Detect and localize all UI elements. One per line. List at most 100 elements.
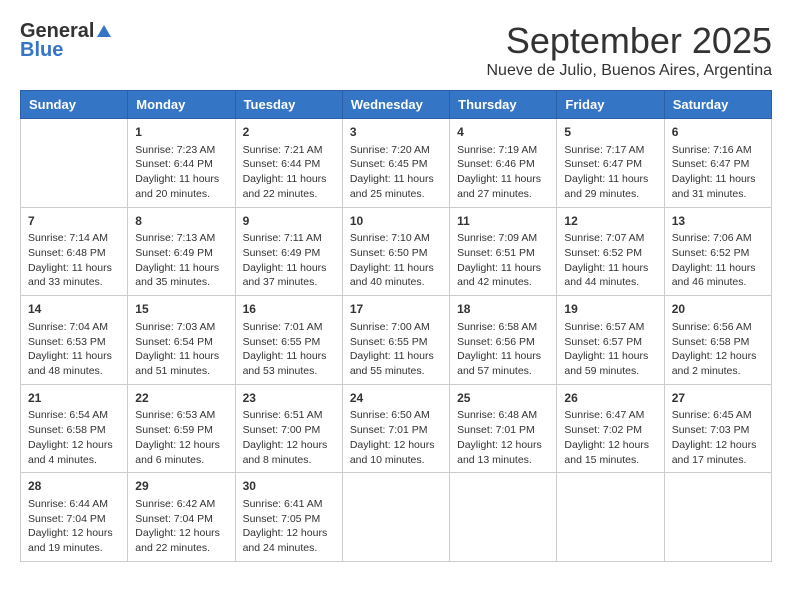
calendar-cell: 6Sunrise: 7:16 AMSunset: 6:47 PMDaylight… (664, 119, 771, 208)
day-info-line: Sunrise: 6:58 AM (457, 321, 537, 333)
day-info-line: and 40 minutes. (350, 276, 425, 288)
day-info-line: Sunset: 6:55 PM (350, 336, 428, 348)
calendar-cell: 29Sunrise: 6:42 AMSunset: 7:04 PMDayligh… (128, 473, 235, 562)
day-info-line: and 19 minutes. (28, 542, 103, 554)
logo: General Blue (20, 20, 113, 62)
calendar-week-3: 14 Sunrise: 7:04 AM Sunset: 6:53 PM Dayligh… (21, 296, 772, 385)
day-info-line: Daylight: 11 hours (564, 262, 648, 274)
day-info-line: and 25 minutes. (350, 188, 425, 200)
day-info-line: Sunrise: 7:04 AM (28, 321, 108, 333)
logo-blue-text: Blue (20, 39, 63, 62)
day-info-line: and 59 minutes. (564, 365, 639, 377)
day-info-line: Sunset: 6:49 PM (135, 247, 213, 259)
day-number: 14 (28, 301, 120, 318)
day-header-monday: Monday (128, 91, 235, 119)
day-info-line: and 44 minutes. (564, 276, 639, 288)
day-info-line: Sunrise: 7:10 AM (350, 232, 430, 244)
day-info-line: and 22 minutes. (135, 542, 210, 554)
calendar-cell: 16Sunrise: 7:01 AMSunset: 6:55 PMDayligh… (235, 296, 342, 385)
calendar-cell: 10Sunrise: 7:10 AMSunset: 6:50 PMDayligh… (342, 207, 449, 296)
day-info-line: Sunrise: 7:07 AM (564, 232, 644, 244)
day-number: 20 (672, 301, 764, 318)
day-info-line: Daylight: 11 hours (135, 173, 219, 185)
day-info-line: and 10 minutes. (350, 454, 425, 466)
day-number: 30 (243, 478, 335, 495)
day-info-line: Daylight: 11 hours (457, 262, 541, 274)
day-info-line: Daylight: 11 hours (457, 350, 541, 362)
day-info-line: Sunset: 7:02 PM (564, 424, 642, 436)
day-info-line: Daylight: 12 hours (457, 439, 542, 451)
day-number: 29 (135, 478, 227, 495)
day-info-line: Daylight: 12 hours (28, 527, 113, 539)
day-info-line: and 8 minutes. (243, 454, 312, 466)
day-info-line: Sunrise: 7:11 AM (243, 232, 322, 244)
calendar-table: SundayMondayTuesdayWednesdayThursdayFrid… (20, 90, 772, 562)
month-title: September 2025 (486, 20, 772, 62)
day-info-line: Sunset: 7:01 PM (350, 424, 428, 436)
day-number: 9 (243, 213, 335, 230)
day-info-line: Daylight: 11 hours (243, 350, 327, 362)
day-info-line: Sunset: 6:58 PM (672, 336, 750, 348)
day-info-line: and 4 minutes. (28, 454, 97, 466)
day-info-line: Sunrise: 6:56 AM (672, 321, 752, 333)
day-info-line: Sunset: 7:04 PM (135, 513, 213, 525)
day-info-line: and 29 minutes. (564, 188, 639, 200)
day-number: 4 (457, 124, 549, 141)
calendar-cell: 15Sunrise: 7:03 AMSunset: 6:54 PMDayligh… (128, 296, 235, 385)
day-info-line: and 53 minutes. (243, 365, 318, 377)
day-header-friday: Friday (557, 91, 664, 119)
day-number: 25 (457, 390, 549, 407)
day-number: 1 (135, 124, 227, 141)
day-info-line: Sunset: 7:01 PM (457, 424, 535, 436)
day-info-line: Sunrise: 7:03 AM (135, 321, 215, 333)
day-info-line: Sunset: 6:48 PM (28, 247, 106, 259)
day-info-line: Daylight: 12 hours (243, 439, 328, 451)
day-info-line: Sunset: 6:44 PM (243, 158, 321, 170)
day-header-wednesday: Wednesday (342, 91, 449, 119)
title-area: September 2025 Nueve de Julio, Buenos Ai… (486, 20, 772, 80)
day-info-line: Sunset: 6:49 PM (243, 247, 321, 259)
day-info-line: Sunset: 6:47 PM (564, 158, 642, 170)
day-info-line: Sunrise: 6:48 AM (457, 409, 537, 421)
day-number: 28 (28, 478, 120, 495)
day-info-line: Sunset: 7:00 PM (243, 424, 321, 436)
calendar-cell: 27Sunrise: 6:45 AMSunset: 7:03 PMDayligh… (664, 384, 771, 473)
day-info-line: Sunset: 6:46 PM (457, 158, 535, 170)
day-info-line: Sunset: 6:50 PM (350, 247, 428, 259)
day-number: 11 (457, 213, 549, 230)
calendar-cell: 5Sunrise: 7:17 AMSunset: 6:47 PMDaylight… (557, 119, 664, 208)
day-info-line: Sunset: 6:45 PM (350, 158, 428, 170)
day-info-line: Sunrise: 6:50 AM (350, 409, 430, 421)
calendar-cell: 9Sunrise: 7:11 AMSunset: 6:49 PMDaylight… (235, 207, 342, 296)
day-info-line: Sunrise: 7:09 AM (457, 232, 537, 244)
day-info-line: Daylight: 11 hours (457, 173, 541, 185)
day-info-line: Sunrise: 7:01 AM (243, 321, 323, 333)
day-info-line: Sunset: 6:53 PM (28, 336, 106, 348)
page-header: General Blue September 2025 Nueve de Jul… (20, 20, 772, 80)
calendar-cell: 21Sunrise: 6:54 AMSunset: 6:58 PMDayligh… (21, 384, 128, 473)
day-info-line: and 13 minutes. (457, 454, 532, 466)
calendar-cell (557, 473, 664, 562)
day-info-line: Daylight: 12 hours (350, 439, 435, 451)
calendar-cell: 19Sunrise: 6:57 AMSunset: 6:57 PMDayligh… (557, 296, 664, 385)
subtitle: Nueve de Julio, Buenos Aires, Argentina (486, 62, 772, 80)
day-info-line: Daylight: 11 hours (135, 262, 219, 274)
calendar-cell: 3Sunrise: 7:20 AMSunset: 6:45 PMDaylight… (342, 119, 449, 208)
day-number: 23 (243, 390, 335, 407)
day-number: 13 (672, 213, 764, 230)
logo-icon (95, 23, 113, 41)
day-number: 27 (672, 390, 764, 407)
day-info-line: and 48 minutes. (28, 365, 103, 377)
day-info-line: Daylight: 11 hours (28, 350, 112, 362)
day-number: 22 (135, 390, 227, 407)
day-info-line: Daylight: 12 hours (564, 439, 649, 451)
day-info-line: and 6 minutes. (135, 454, 204, 466)
day-header-saturday: Saturday (664, 91, 771, 119)
day-info-line: Sunset: 7:03 PM (672, 424, 750, 436)
calendar-cell: 7Sunrise: 7:14 AMSunset: 6:48 PMDaylight… (21, 207, 128, 296)
day-header-tuesday: Tuesday (235, 91, 342, 119)
calendar-cell: 26Sunrise: 6:47 AMSunset: 7:02 PMDayligh… (557, 384, 664, 473)
day-info-line: Daylight: 11 hours (564, 173, 648, 185)
day-info-line: Sunset: 6:47 PM (672, 158, 750, 170)
day-info-line: Daylight: 12 hours (135, 439, 220, 451)
